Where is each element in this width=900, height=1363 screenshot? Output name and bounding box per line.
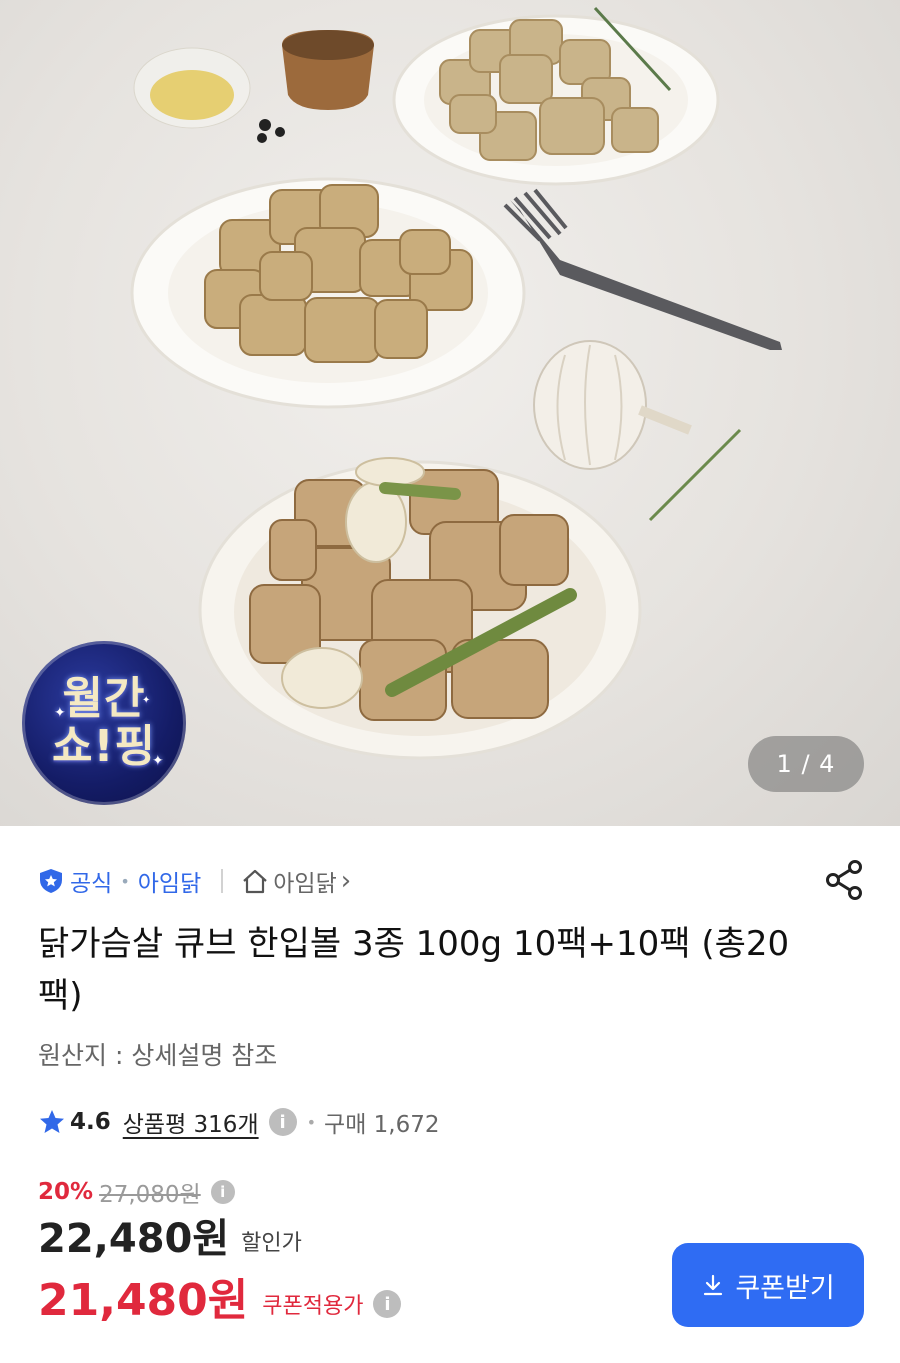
product-info: 공식 • 아임닭 아임닭 › 닭가슴살 큐브 한입볼 3종 100g 10팩+1… xyxy=(0,826,900,1363)
coupon-price: 21,480원 xyxy=(38,1275,249,1326)
purchase-count: 구매 1,672 xyxy=(324,1112,440,1138)
store-link[interactable]: 아임닭 › xyxy=(241,864,351,898)
separator-dot: • xyxy=(306,1112,317,1132)
discount-rate: 20% xyxy=(38,1179,94,1205)
rating-score: 4.6 xyxy=(70,1109,111,1135)
star-icon xyxy=(40,1110,64,1133)
sale-price-tag: 할인가 xyxy=(241,1231,302,1256)
coupon-price-row: 21,480원 쿠폰적용가 i xyxy=(38,1270,402,1328)
monthly-shopping-badge: ✦ ✦ ✦ 월간 쇼!핑 xyxy=(22,641,186,805)
download-icon xyxy=(704,1274,723,1296)
original-price: 27,080원 xyxy=(99,1182,201,1208)
coupon-price-tag: 쿠폰적용가 xyxy=(262,1294,364,1319)
home-icon xyxy=(243,869,267,894)
info-icon[interactable]: i xyxy=(268,1108,297,1136)
badge-line2: 쇼!핑 xyxy=(51,721,157,772)
product-title: 닭가슴살 큐브 한입볼 3종 100g 10팩+10팩 (총20팩) xyxy=(38,924,790,1016)
discount-row: 20% 27,080원 i xyxy=(38,1176,235,1208)
seller-name[interactable]: 아임닭 xyxy=(138,864,201,898)
store-row: 공식 • 아임닭 아임닭 › xyxy=(38,864,351,898)
get-coupon-button[interactable]: 쿠폰받기 xyxy=(672,1243,864,1327)
store-link-label: 아임닭 xyxy=(273,871,337,897)
review-count-link[interactable]: 상품평 316개 xyxy=(123,1105,259,1139)
official-label: 공식 xyxy=(70,871,113,897)
sale-price: 22,480원 xyxy=(38,1216,230,1262)
info-icon[interactable]: i xyxy=(373,1290,402,1318)
image-counter: 1 / 4 xyxy=(748,736,864,792)
rating-row: 4.6 상품평 316개 i • 구매 1,672 xyxy=(38,1102,440,1142)
divider xyxy=(221,869,224,893)
separator-dot: • xyxy=(120,871,130,891)
info-icon[interactable]: i xyxy=(210,1180,235,1204)
chevron-right-icon: › xyxy=(340,866,352,896)
share-icon[interactable] xyxy=(822,858,866,902)
get-coupon-label: 쿠폰받기 xyxy=(735,1272,835,1304)
origin-info: 원산지 : 상세설명 참조 xyxy=(38,1041,278,1070)
official-shield-icon xyxy=(40,869,62,893)
badge-line1: 월간 xyxy=(62,673,146,724)
sale-price-row: 22,480원 할인가 xyxy=(38,1214,302,1264)
product-image-gallery[interactable]: ✦ ✦ ✦ 월간 쇼!핑 1 / 4 xyxy=(0,0,900,826)
